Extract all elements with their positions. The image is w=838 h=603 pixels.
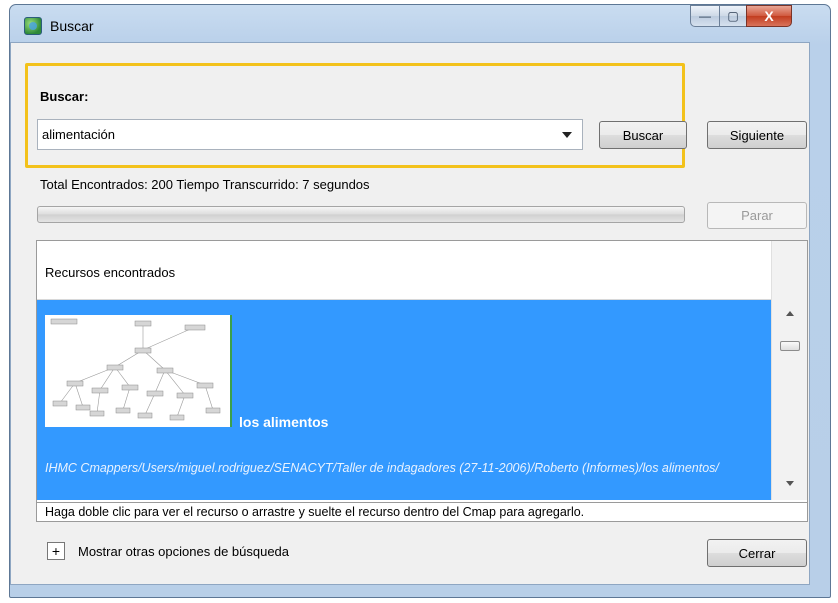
minimize-button[interactable]: —	[690, 5, 720, 27]
expand-options-button[interactable]: +	[47, 542, 65, 560]
next-button[interactable]: Siguiente	[707, 121, 807, 149]
scroll-down-icon[interactable]	[786, 481, 794, 486]
result-title: los alimentos	[239, 414, 329, 430]
results-scrollbar[interactable]	[771, 241, 807, 500]
minimize-icon: —	[699, 9, 711, 23]
result-item[interactable]: los alimentos IHMC Cmappers/Users/miguel…	[37, 300, 771, 500]
results-header: Recursos encontrados	[37, 241, 771, 300]
scrollbar-thumb[interactable]	[780, 341, 800, 351]
search-status-text: Total Encontrados: 200 Tiempo Transcurri…	[40, 177, 370, 192]
close-window-button[interactable]: X	[746, 5, 792, 27]
cmap-app-icon	[24, 17, 42, 35]
search-query-value: alimentación	[42, 127, 115, 142]
dropdown-arrow-icon[interactable]	[562, 132, 572, 138]
cmap-thumbnail	[45, 315, 232, 427]
scroll-up-icon[interactable]	[786, 311, 794, 316]
title-bar[interactable]: Buscar — ▢ X	[10, 5, 830, 47]
plus-icon: +	[51, 543, 61, 559]
window-title: Buscar	[50, 18, 94, 34]
more-options-label[interactable]: Mostrar otras opciones de búsqueda	[78, 544, 289, 559]
stop-button[interactable]: Parar	[707, 202, 807, 229]
results-list[interactable]: Recursos encontrados los alimentos IHMC …	[36, 240, 808, 513]
usage-hint: Haga doble clic para ver el recurso o ar…	[36, 502, 808, 522]
close-button[interactable]: Cerrar	[707, 539, 807, 567]
maximize-icon: ▢	[727, 9, 739, 23]
result-path: IHMC Cmappers/Users/miguel.rodriguez/SEN…	[45, 461, 719, 475]
maximize-button[interactable]: ▢	[719, 5, 747, 27]
close-icon: X	[764, 8, 774, 24]
search-button[interactable]: Buscar	[599, 121, 687, 149]
concept-map-thumbnail-icon	[50, 318, 221, 421]
results-header-label: Recursos encontrados	[45, 265, 176, 280]
search-highlight-box	[25, 63, 685, 168]
search-label: Buscar:	[40, 89, 89, 104]
search-progress-bar	[37, 206, 685, 223]
search-query-combobox[interactable]: alimentación	[37, 119, 583, 150]
